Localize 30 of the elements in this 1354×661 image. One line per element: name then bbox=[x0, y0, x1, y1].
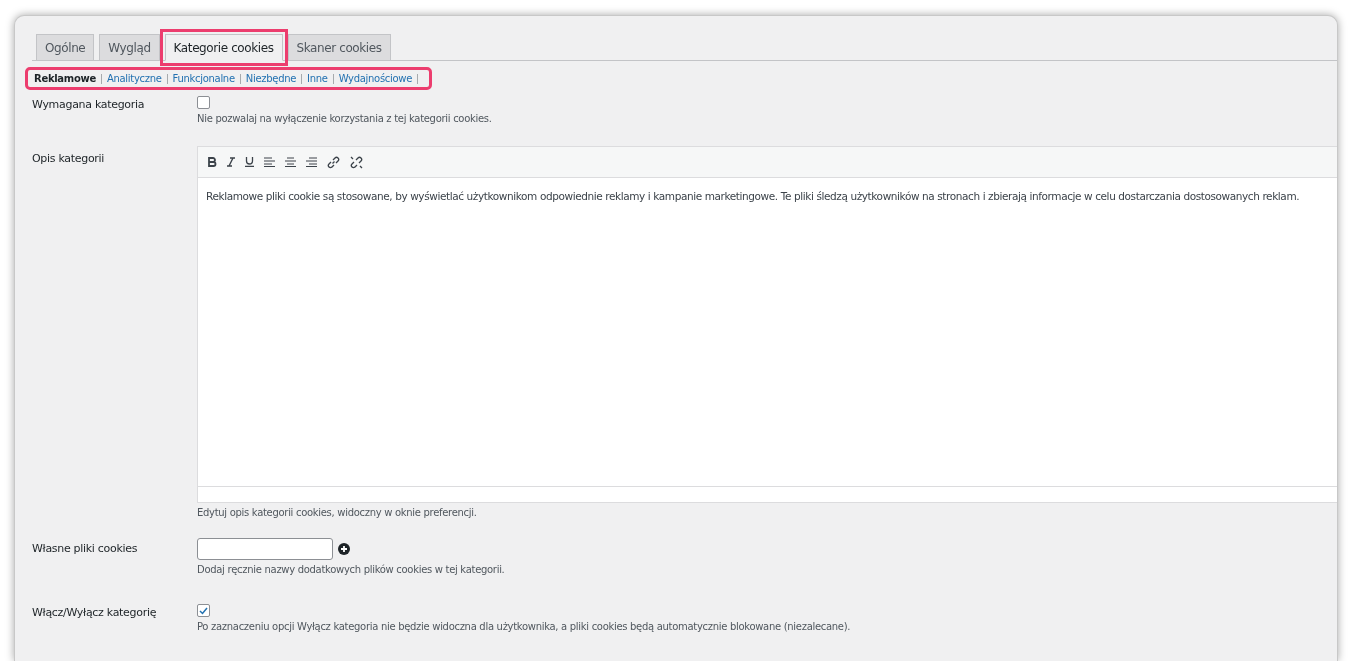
category-link[interactable]: Inne bbox=[307, 73, 328, 84]
link-icon[interactable] bbox=[327, 155, 340, 169]
tab[interactable]: Ogólne bbox=[36, 34, 95, 60]
checkbox[interactable] bbox=[197, 604, 210, 617]
field-label: Wymagana kategoria bbox=[32, 97, 146, 113]
underline-icon[interactable] bbox=[245, 157, 254, 167]
category-link[interactable]: Analityczne bbox=[106, 73, 162, 84]
help-text: Nie pozwalaj na wyłączenie korzystania z tej kategorii cookies. bbox=[197, 113, 492, 124]
help-text: Po zaznaczeniu opcji Wyłącz kategoria nie będzie widoczna dla użytkownika, a pliki cookies będą automatycznie blokowane (niezalecane). bbox=[197, 621, 851, 632]
help-text: Edytuj opis kategorii cookies, widoczny w oknie preferencji. bbox=[197, 507, 477, 518]
checkbox[interactable] bbox=[197, 96, 210, 109]
category-link[interactable]: Funkcjonalne bbox=[172, 73, 235, 84]
field-label: Własne pliki cookies bbox=[32, 541, 139, 557]
bold-icon[interactable] bbox=[208, 157, 217, 167]
italic-icon[interactable] bbox=[227, 157, 235, 167]
input-field[interactable] bbox=[197, 538, 333, 560]
category-link[interactable]: Wydajnościowe bbox=[338, 73, 413, 84]
unlink-icon[interactable] bbox=[350, 155, 363, 169]
category-link[interactable]: Niezbędne bbox=[245, 73, 297, 84]
tab[interactable]: Wygląd bbox=[99, 34, 160, 60]
help-text: Dodaj ręcznie nazwy dodatkowych plików cookies w tej kategorii. bbox=[197, 564, 505, 575]
add-icon[interactable] bbox=[338, 543, 350, 555]
tab[interactable]: Skaner cookies bbox=[287, 34, 391, 60]
align-left-icon[interactable] bbox=[264, 157, 275, 167]
category-link[interactable]: Reklamowe bbox=[34, 73, 96, 84]
align-center-icon[interactable] bbox=[285, 157, 296, 167]
field-label: Włącz/Wyłącz kategorię bbox=[32, 605, 158, 621]
editor-text[interactable]: Reklamowe pliki cookie są stosowane, by wyświetlać użytkownikom odpowiednie reklamy i kampanie marketingowe. Te pliki śledzą użytkowników na stronach i zbierają informacje w celu dostarczania dostosowanych reklam. bbox=[198, 178, 1337, 487]
field-label: Opis kategorii bbox=[32, 151, 106, 167]
align-right-icon[interactable] bbox=[306, 157, 317, 167]
